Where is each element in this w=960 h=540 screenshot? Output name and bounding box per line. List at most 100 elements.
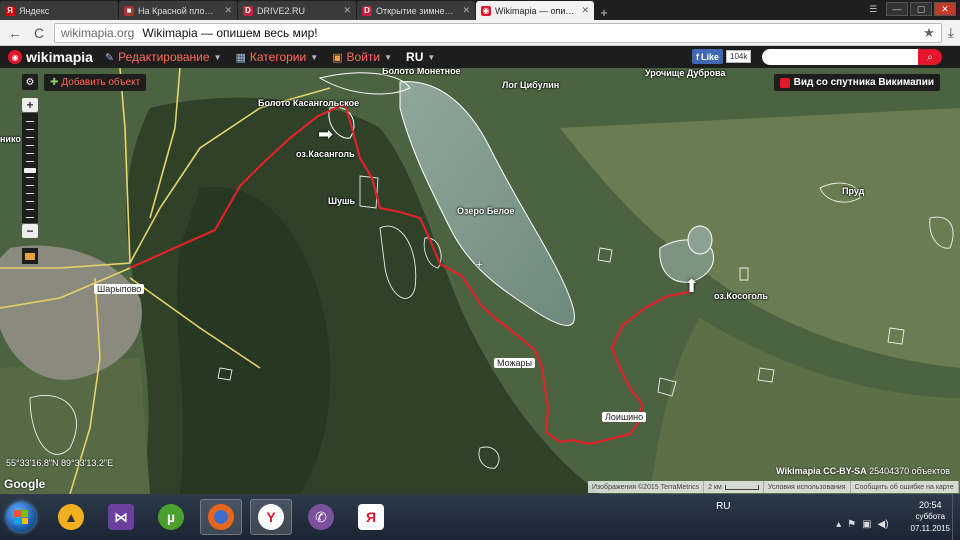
label-loishino[interactable]: Лоишино (602, 412, 647, 422)
wikimapia-logo[interactable]: ◉ wikimapia (8, 49, 93, 65)
license-info: Wikimapia CC-BY-SA 25404370 объектов (776, 466, 950, 476)
tab-red-square[interactable]: ■ На Красной площади тыс ✕ (119, 1, 237, 20)
menu-categories[interactable]: ▦ Категории ▼ (235, 50, 318, 64)
logo-text: wikimapia (26, 49, 93, 65)
login-icon: ▣ (332, 51, 343, 64)
license-label[interactable]: Wikimapia CC-BY-SA (776, 466, 866, 476)
minimize-button[interactable]: — (886, 2, 908, 16)
menu-categories-label: Категории (249, 50, 307, 64)
search-icon[interactable]: ⌕ (918, 49, 942, 65)
tab-label: DRIVE2.RU (257, 5, 306, 16)
tab-yandex[interactable]: Я Яндекс (0, 1, 118, 20)
network-icon[interactable]: ▣ (862, 519, 871, 530)
gear-icon[interactable]: ⚙ (22, 74, 38, 90)
close-tab-icon[interactable]: ✕ (224, 5, 232, 16)
imagery-attribution: Изображения ©2015 TerraMetrics (588, 481, 705, 493)
label-boloto-monetnoe[interactable]: Болото Монетное (382, 68, 461, 76)
tray-icons: ▴ ⚑ ▣ ◀) (836, 519, 888, 530)
label-urochishche-dubrova[interactable]: Урочище Дуброва (645, 68, 725, 78)
clock[interactable]: 20:54 суббота 07.11.2015 (911, 499, 950, 535)
zoom-slider-handle[interactable] (24, 168, 36, 173)
drive2-favicon-icon: D (362, 5, 372, 16)
label-shush[interactable]: Шушь (328, 196, 355, 206)
menu-login[interactable]: ▣ Войти ▼ (332, 50, 392, 64)
facebook-icon: f (696, 51, 699, 62)
download-icon[interactable]: ⤓ (948, 24, 954, 41)
reload-icon[interactable]: C (30, 25, 48, 41)
terms-link[interactable]: Условия использования (763, 481, 851, 493)
volume-icon[interactable]: ◀) (878, 519, 889, 530)
taskbar-yandex-browser[interactable]: Y (250, 499, 292, 535)
taskbar-visual-studio[interactable]: ⋈ (100, 499, 142, 535)
taskbar-viber[interactable]: ✆ (300, 499, 342, 535)
label-oz-kosogol[interactable]: оз.Косоголь (714, 291, 768, 301)
label-ozero-beloe[interactable]: Озеро Белое (457, 206, 514, 216)
chevron-down-icon: ▼ (213, 52, 222, 62)
layers-icon (25, 252, 35, 260)
map-search: ⌕ (762, 49, 942, 65)
taskbar-firefox[interactable] (200, 499, 242, 535)
google-logo: Google (4, 477, 46, 491)
url-field[interactable]: wikimapia.org Wikimapia — опишем весь ми… (54, 22, 942, 43)
utorrent-icon: µ (158, 504, 184, 530)
show-desktop-button[interactable] (952, 494, 960, 540)
facebook-like[interactable]: f Like 104k (692, 49, 752, 64)
zoom-slider[interactable] (22, 113, 38, 223)
report-error-link[interactable]: Сообщить об ошибке на карте (850, 481, 959, 493)
system-tray: RU ▴ ⚑ ▣ ◀) 20:54 суббота 07.11.2015 (716, 494, 960, 540)
taskbar-aimp[interactable]: ▲ (50, 499, 92, 535)
browser-menu-icon[interactable]: ☰ (862, 2, 884, 16)
label-oz-kasangol[interactable]: оз.Касанголь (296, 149, 355, 159)
add-object-icon: ✚ (50, 77, 59, 88)
label-log-tsibulin[interactable]: Лог Цибулин (502, 80, 559, 90)
aimp-icon: ▲ (58, 504, 84, 530)
start-button[interactable] (6, 502, 36, 532)
tab-label: На Красной площади тыс (138, 5, 220, 16)
tab-fishing[interactable]: D Открытие зимней рыбал ✕ (357, 1, 475, 20)
close-tab-icon[interactable]: ✕ (581, 5, 589, 16)
flag-icon[interactable]: ⚑ (847, 519, 856, 530)
maximize-button[interactable]: ▢ (910, 2, 932, 16)
objects-count: 25404370 объектов (869, 466, 950, 476)
drive2-favicon-icon: D (243, 5, 253, 16)
label-nikino[interactable]: нико (0, 134, 21, 144)
tab-wikimapia[interactable]: ◉ Wikimapia — опишем вес ✕ (476, 1, 594, 20)
wikimapia-header: ◉ wikimapia ✎ Редактирование ▼ ▦ Категор… (0, 46, 960, 68)
taskbar-utorrent[interactable]: µ (150, 499, 192, 535)
close-tab-icon[interactable]: ✕ (462, 5, 470, 16)
close-window-button[interactable]: ✕ (934, 2, 956, 16)
label-mozhary[interactable]: Можары (494, 358, 536, 368)
bookmark-star-icon[interactable]: ★ (923, 25, 935, 41)
news-favicon-icon: ■ (124, 5, 134, 16)
language-selector[interactable]: RU ▼ (406, 50, 435, 64)
label-sharypovo[interactable]: Шарыпово (94, 284, 145, 294)
menu-edit[interactable]: ✎ Редактирование ▼ (105, 50, 222, 64)
arrow-up-icon: ⬆ (684, 276, 700, 296)
add-object-button[interactable]: ✚ Добавить объект (44, 74, 147, 91)
search-input[interactable] (762, 49, 918, 65)
back-arrow-icon[interactable]: ← (6, 25, 24, 41)
label-prud[interactable]: Пруд (842, 186, 864, 196)
taskbar-yandex[interactable]: Я (350, 499, 392, 535)
tab-label: Wikimapia — опишем вес (495, 5, 578, 16)
clock-time: 20:54 (919, 500, 942, 510)
close-tab-icon[interactable]: ✕ (343, 5, 351, 16)
satellite-view-icon (779, 77, 790, 88)
yandex-browser-icon: Y (258, 504, 284, 530)
zoom-out-button[interactable]: − (22, 224, 38, 238)
url-host: wikimapia.org (61, 25, 135, 40)
label-boloto-kasangolskoe[interactable]: Болото Касангольское (258, 98, 359, 108)
satellite-view-button[interactable]: Вид со спутника Викимапии (773, 74, 940, 91)
menu-login-label: Войти (346, 50, 381, 64)
zoom-in-button[interactable]: + (22, 98, 38, 112)
facebook-like-button[interactable]: f Like (692, 49, 724, 64)
satellite-imagery (0, 68, 960, 494)
layers-button[interactable] (22, 248, 38, 264)
new-tab-button[interactable]: + (595, 4, 613, 20)
input-language[interactable]: RU (716, 501, 730, 512)
tab-drive2[interactable]: D DRIVE2.RU ✕ (238, 1, 356, 20)
language-label: RU (406, 50, 424, 64)
chevron-up-icon[interactable]: ▴ (836, 519, 841, 530)
scale-bar: 2 км (704, 481, 764, 493)
map-canvas[interactable]: Болото Монетное Лог Цибулин Урочище Дубр… (0, 68, 960, 494)
